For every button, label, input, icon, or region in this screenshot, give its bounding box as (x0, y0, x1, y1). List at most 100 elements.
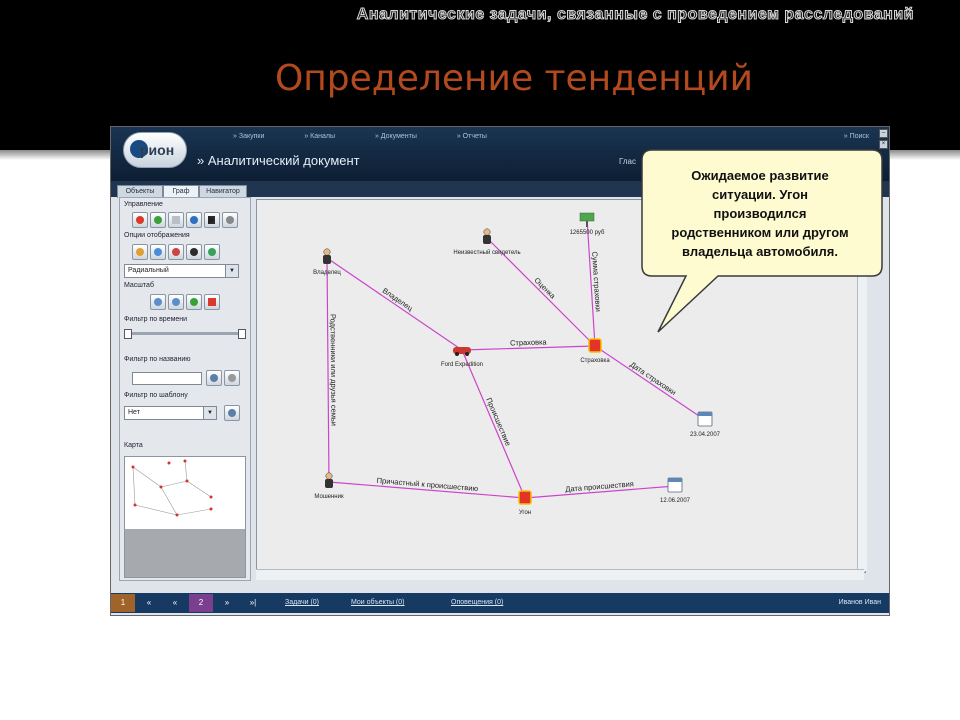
document-header-right: Глас (619, 157, 636, 166)
bottom-bar: 1 « « 2 » »| Задачи (0) Мои объекты (0) … (111, 593, 889, 613)
layers-icon (136, 248, 144, 256)
pointer-button[interactable] (222, 212, 238, 228)
callout-text: Ожидаемое развитие ситуации. Угон произв… (671, 168, 849, 259)
name-filter-input[interactable] (132, 372, 202, 385)
minimap-viewport[interactable] (125, 529, 245, 577)
minimap-graph (131, 459, 213, 517)
current-user[interactable]: Иванов Иван (839, 599, 881, 606)
graph-edge[interactable] (326, 257, 463, 351)
calendar-icon[interactable] (667, 477, 683, 493)
car-icon[interactable] (453, 347, 471, 356)
wave-button[interactable] (204, 244, 220, 260)
close-icon[interactable]: × (879, 140, 888, 149)
minimize-icon[interactable]: – (879, 129, 888, 138)
top-nav-item-channels[interactable]: » Каналы (304, 133, 335, 140)
cluster-icon (172, 248, 180, 256)
logo-text: рион (140, 142, 175, 158)
map-label: Карта (124, 442, 143, 449)
graph-edge[interactable] (326, 257, 330, 483)
event-icon[interactable] (588, 338, 602, 353)
globe-icon (190, 216, 198, 224)
person-icon[interactable] (483, 228, 491, 244)
zoom-out-button[interactable] (168, 294, 184, 310)
template-filter-label: Фильтр по шаблону (124, 392, 188, 399)
left-panel: Управление Опции отображения Радиальный … (119, 197, 251, 581)
top-nav-item-purchases[interactable]: » Закупки (233, 133, 264, 140)
zoom-in-icon (154, 298, 162, 306)
person-icon[interactable] (325, 472, 333, 488)
page-button-1[interactable]: 1 (111, 594, 135, 612)
app-logo[interactable]: рион (123, 132, 187, 168)
last-page-button[interactable]: »| (241, 594, 265, 612)
graph-node-label: Ford Expedition (441, 362, 483, 368)
stop-icon (136, 216, 144, 224)
reset-icon (208, 298, 216, 306)
grid-button[interactable] (168, 212, 184, 228)
graph-node-label: Мошенник (314, 494, 344, 500)
document-title: » Аналитический документ (197, 153, 360, 168)
template-select-value: Нет (128, 409, 140, 416)
graph-node-label: Владелец (313, 270, 341, 276)
my-objects-link[interactable]: Мои объекты (0) (351, 599, 404, 606)
chevron-down-icon[interactable]: ▼ (203, 407, 216, 419)
zoom-in-button[interactable] (150, 294, 166, 310)
layers-button[interactable] (132, 244, 148, 260)
calendar-icon[interactable] (697, 411, 713, 427)
time-slider[interactable] (124, 329, 246, 339)
section-title: Аналитические задачи, связанные с провед… (356, 6, 914, 24)
page-button-2[interactable]: 2 (189, 594, 213, 612)
grid-icon (172, 216, 180, 224)
play-icon (208, 216, 215, 224)
fit-button[interactable] (186, 294, 202, 310)
link-button[interactable] (150, 244, 166, 260)
event-icon[interactable] (518, 490, 532, 505)
control-label: Управление (124, 201, 163, 208)
chevron-down-icon[interactable]: ▼ (225, 265, 238, 277)
graph-edge-label: Родственники или друзья семьи (329, 314, 339, 426)
slide-title: Определение тенденций (274, 58, 754, 99)
zoom-out-icon (172, 298, 180, 306)
graph-edge-label: Оценка (533, 276, 558, 301)
play-button[interactable] (204, 212, 220, 228)
eraser-icon (228, 374, 236, 382)
name-filter-apply-button[interactable] (206, 370, 222, 386)
wave-icon (208, 248, 216, 256)
graph-edge[interactable] (461, 349, 526, 499)
horizontal-scrollbar[interactable] (256, 569, 864, 580)
layout-select[interactable]: Радиальный ▼ (124, 264, 239, 278)
refresh-icon (154, 216, 162, 224)
graph-edge-label: Владелец (381, 286, 415, 313)
notifications-link[interactable]: Оповещения (0) (451, 599, 503, 606)
group-button[interactable] (186, 244, 202, 260)
person-icon[interactable] (323, 248, 331, 264)
top-nav: » Закупки » Каналы » Документы » Отчеты (233, 133, 525, 140)
time-slider-start-handle[interactable] (124, 329, 132, 339)
first-page-button[interactable]: « (137, 594, 161, 612)
graph-minimap[interactable] (124, 456, 246, 578)
graph-edge[interactable] (594, 345, 706, 421)
money-icon[interactable] (579, 212, 595, 227)
next-page-button[interactable]: » (215, 594, 239, 612)
prev-page-button[interactable]: « (163, 594, 187, 612)
reset-zoom-button[interactable] (204, 294, 220, 310)
top-nav-item-documents[interactable]: » Документы (375, 133, 417, 140)
template-select[interactable]: Нет ▼ (124, 406, 217, 420)
link-icon (154, 248, 162, 256)
name-filter-clear-button[interactable] (224, 370, 240, 386)
stop-button[interactable] (132, 212, 148, 228)
top-nav-item-search[interactable]: » Поиск (844, 133, 869, 140)
top-nav-item-reports[interactable]: » Отчеты (457, 133, 487, 140)
tasks-link[interactable]: Задачи (0) (285, 599, 319, 606)
graph-node-label: 1265500 руб (570, 230, 605, 236)
pointer-icon (226, 216, 234, 224)
time-slider-end-handle[interactable] (238, 329, 246, 339)
graph-node-label: 23.04.2007 (690, 432, 721, 438)
refresh-button[interactable] (150, 212, 166, 228)
graph-edge-label: Происшествие (484, 396, 512, 447)
graph-edge-label: Дата страховки (628, 360, 677, 397)
name-filter-label: Фильтр по названию (124, 356, 191, 363)
globe-button[interactable] (186, 212, 202, 228)
template-apply-button[interactable] (224, 405, 240, 421)
graph-node-label: Страховка (580, 358, 610, 364)
cluster-button[interactable] (168, 244, 184, 260)
